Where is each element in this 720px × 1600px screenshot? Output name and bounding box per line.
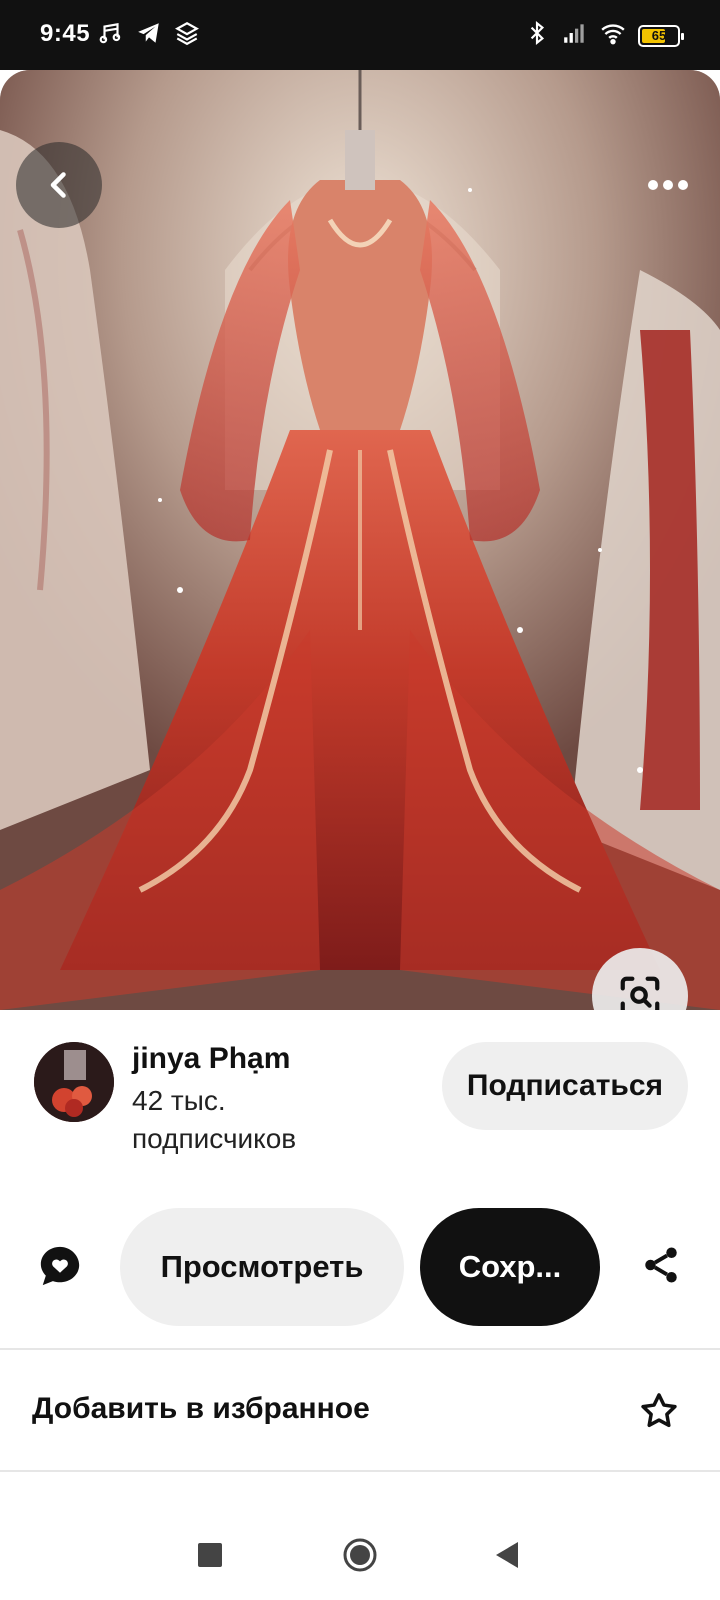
share-icon	[645, 1247, 677, 1283]
status-right-icons: 65	[524, 20, 684, 51]
add-to-favorites-row[interactable]: Добавить в избранное	[0, 1350, 720, 1470]
gown-illustration	[0, 70, 720, 1010]
share-button[interactable]	[636, 1240, 686, 1290]
comment-button[interactable]	[34, 1240, 86, 1292]
system-nav-bar	[0, 1500, 720, 1600]
visual-search-icon	[620, 976, 660, 1010]
creator-followers: 42 тыс. подписчиков	[132, 1082, 392, 1158]
creator-name[interactable]: jinya Phạm	[132, 1042, 290, 1076]
status-time: 9:45	[40, 20, 91, 47]
recent-apps-icon[interactable]	[198, 1543, 222, 1567]
telegram-icon	[136, 20, 162, 51]
action-row: Просмотреть Сохр...	[0, 1200, 720, 1330]
battery-level: 65	[651, 28, 667, 43]
followers-label: подписчиков	[132, 1123, 297, 1154]
pin-detail-screen: 9:45 65 jinya Phạm 42 тыс. подписчиков П…	[0, 0, 720, 1600]
favorites-label: Добавить в избранное	[32, 1392, 370, 1425]
battery-icon: 65	[638, 24, 684, 47]
back-arrow-icon	[50, 172, 66, 198]
more-dots-icon	[648, 180, 688, 190]
followers-count: 42 тыс.	[132, 1085, 226, 1116]
wifi-icon	[600, 20, 626, 51]
creator-avatar[interactable]	[34, 1042, 114, 1122]
layers-icon	[174, 20, 200, 51]
back-button[interactable]	[16, 142, 102, 228]
favorite-star-button[interactable]	[634, 1386, 684, 1436]
subscribe-button[interactable]: Подписаться	[442, 1042, 688, 1130]
status-left-icons	[98, 20, 200, 51]
star-outline-icon	[641, 1393, 677, 1428]
creator-row: jinya Phạm 42 тыс. подписчиков Подписать…	[0, 1010, 720, 1170]
save-button[interactable]: Сохр...	[420, 1208, 600, 1326]
signal-icon	[562, 20, 588, 51]
music-note-icon	[98, 20, 124, 51]
view-button[interactable]: Просмотреть	[120, 1208, 404, 1326]
status-bar: 9:45 65	[0, 0, 720, 70]
more-options-button[interactable]	[638, 160, 698, 210]
divider	[0, 1470, 720, 1472]
avatar-image	[34, 1042, 114, 1122]
pin-image[interactable]	[0, 70, 720, 1010]
home-icon[interactable]	[342, 1537, 378, 1573]
bluetooth-icon	[524, 20, 550, 51]
back-icon[interactable]	[494, 1540, 520, 1570]
comment-heart-icon	[40, 1246, 80, 1286]
